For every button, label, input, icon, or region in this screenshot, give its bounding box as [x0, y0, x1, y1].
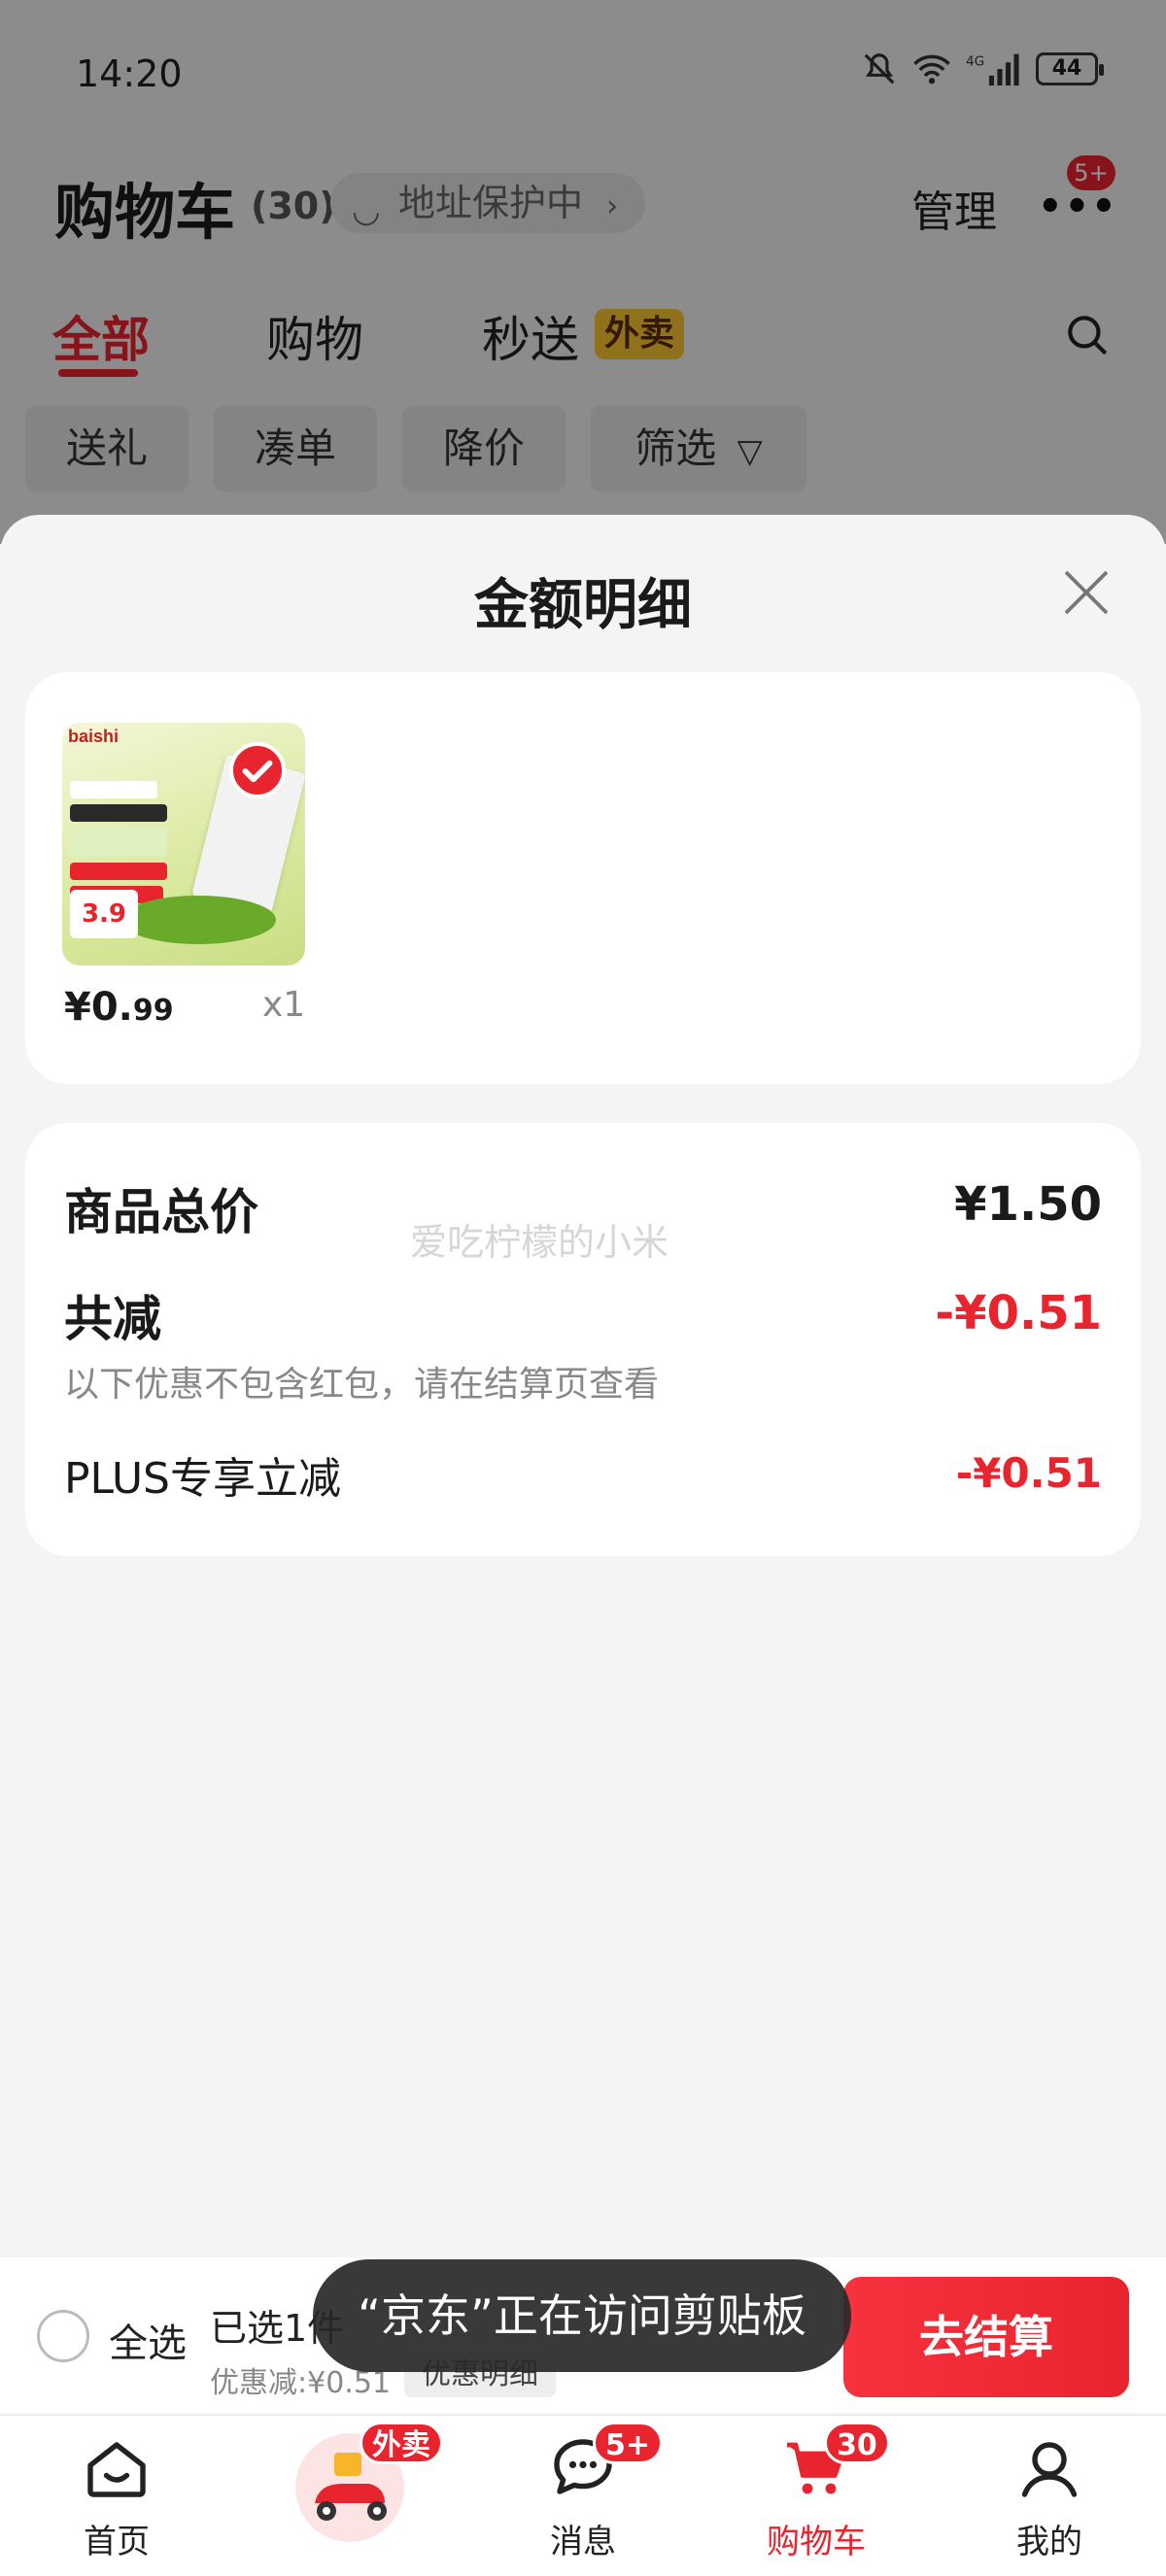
- tabbar-home-label: 首页: [84, 2523, 150, 2561]
- discount-label: 共减: [64, 1291, 161, 1347]
- tabbar-cart-label: 购物车: [767, 2523, 866, 2561]
- sheet-title: 金额明细: [474, 574, 692, 637]
- thumb-brand-logo: baishi: [68, 727, 120, 746]
- product-quantity: x1: [262, 985, 306, 1025]
- tabbar-cart[interactable]: 30 购物车: [719, 2416, 913, 2576]
- tabbar-home[interactable]: 首页: [19, 2416, 214, 2576]
- clipboard-toast: “京东”正在访问剪贴板: [313, 2259, 851, 2372]
- tabbar-messages-label: 消息: [550, 2523, 616, 2561]
- discount-note: 以下优惠不包含红包，请在结算页查看: [64, 1365, 660, 1405]
- watermark: 爱吃柠檬的小米: [410, 1221, 669, 1264]
- waimai-badge: 外卖: [360, 2422, 443, 2464]
- total-value: ¥1.50: [954, 1177, 1102, 1232]
- select-all-label[interactable]: 全选: [109, 2312, 187, 2368]
- home-icon: [87, 2442, 146, 2497]
- messages-badge: 5+: [593, 2422, 664, 2464]
- amount-detail-sheet: 金额明细 baishi 3.9 ¥0.99 x1 爱吃柠檬的小米 商品总价 ¥1…: [0, 515, 1166, 2258]
- select-all-checkbox[interactable]: [37, 2310, 89, 2362]
- close-icon[interactable]: [1059, 565, 1114, 620]
- tabbar-messages[interactable]: 5+ 消息: [486, 2416, 680, 2576]
- modal-overlay[interactable]: [0, 0, 1166, 544]
- tabbar-waimai[interactable]: 外卖: [253, 2416, 447, 2576]
- tabbar-profile[interactable]: 我的: [952, 2416, 1147, 2576]
- bottom-tab-bar: 首页 外卖 5+ 消息 30 购物车 我的: [0, 2415, 1166, 2576]
- price-cents: 99: [132, 994, 174, 1028]
- product-thumbnail[interactable]: baishi 3.9: [62, 723, 305, 966]
- plus-discount-label: PLUS专享立减: [64, 1454, 341, 1504]
- tabbar-profile-label: 我的: [1016, 2523, 1082, 2561]
- price-main: ¥0.: [64, 985, 133, 1030]
- product-card: baishi 3.9 ¥0.99 x1: [25, 672, 1141, 1084]
- cart-badge: 30: [824, 2422, 890, 2464]
- profile-icon: [1021, 2442, 1078, 2497]
- checkout-button[interactable]: 去结算: [843, 2277, 1129, 2397]
- product-price: ¥0.99: [64, 985, 174, 1030]
- discount-value: -¥0.51: [935, 1286, 1102, 1340]
- thumb-price: 3.9: [70, 890, 138, 938]
- plus-discount-value: -¥0.51: [955, 1449, 1102, 1497]
- total-label: 商品总价: [64, 1184, 258, 1240]
- price-summary-card: 爱吃柠檬的小米 商品总价 ¥1.50 共减 -¥0.51 以下优惠不包含红包，请…: [25, 1123, 1141, 1556]
- thumb-grass: [120, 896, 276, 944]
- selected-check-icon: [229, 742, 286, 798]
